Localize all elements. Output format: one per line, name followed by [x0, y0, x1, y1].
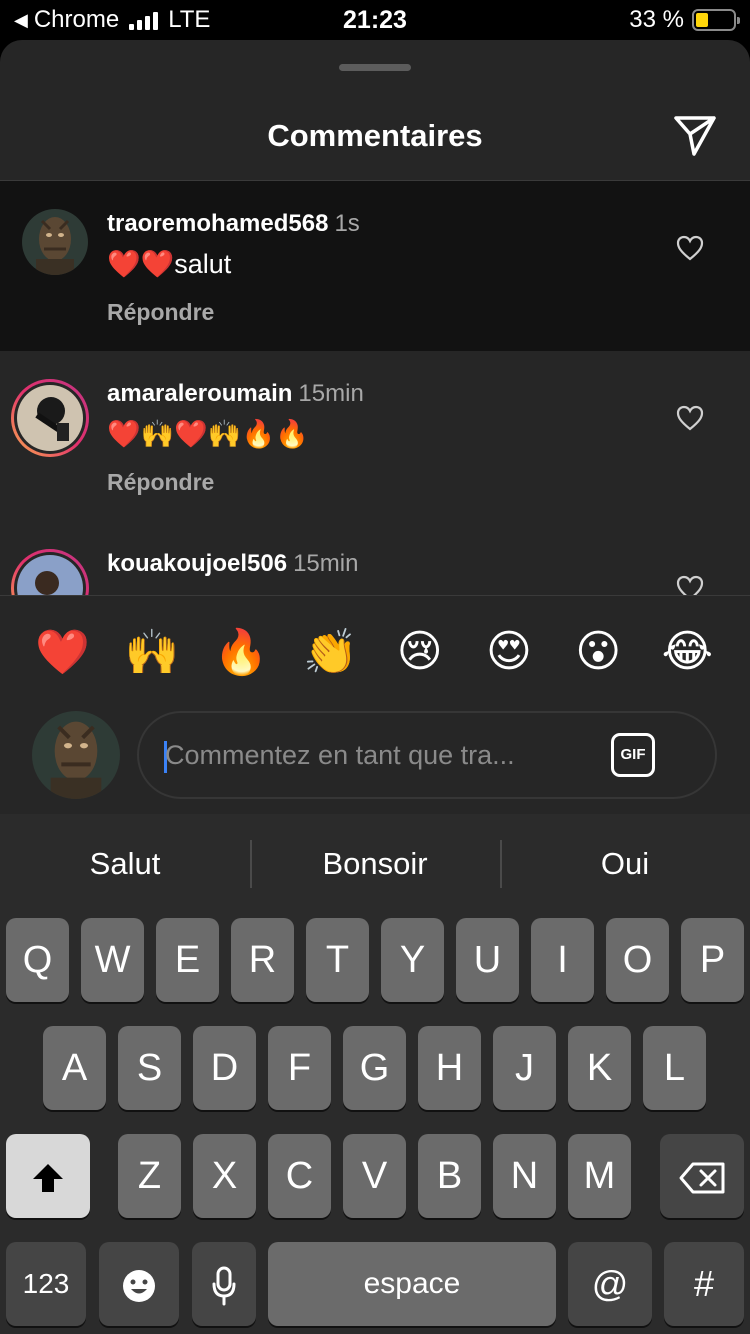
key-c[interactable]: C	[268, 1134, 331, 1218]
comment-username[interactable]: kouakoujoel506	[107, 550, 287, 577]
comment-input[interactable]: Commentez en tant que tra... GIF	[137, 711, 717, 799]
keyboard-suggestions: Salut Bonsoir Oui	[0, 814, 750, 914]
comments-list: traoremohamed568 1s ❤️❤️salut Répondre a…	[0, 181, 750, 595]
key-b[interactable]: B	[418, 1134, 481, 1218]
key-v[interactable]: V	[343, 1134, 406, 1218]
like-heart-icon[interactable]	[676, 405, 704, 431]
shift-icon	[33, 1163, 63, 1192]
emoji-surprised-button[interactable]: 😮	[568, 626, 628, 677]
key-f[interactable]: F	[268, 1026, 331, 1110]
avatar[interactable]	[22, 209, 88, 275]
dictation-key[interactable]	[192, 1242, 256, 1326]
key-l[interactable]: L	[643, 1026, 706, 1110]
comment-time: 15min	[298, 380, 364, 407]
key-i[interactable]: I	[531, 918, 594, 1002]
key-m[interactable]: M	[568, 1134, 631, 1218]
avatar	[17, 385, 83, 451]
microphone-icon	[212, 1266, 236, 1306]
comments-sheet: Commentaires traoremohamed568 1s ❤️❤️sal…	[0, 40, 750, 814]
emoji-keyboard-key[interactable]	[99, 1242, 179, 1326]
emoji-fire-button[interactable]: 🔥	[211, 626, 271, 678]
key-e[interactable]: E	[156, 918, 219, 1002]
key-z[interactable]: Z	[118, 1134, 181, 1218]
emoji-heart-button[interactable]: ❤️	[33, 626, 93, 678]
gif-button[interactable]: GIF	[611, 733, 655, 777]
backspace-icon	[679, 1162, 725, 1194]
avatar	[32, 711, 120, 799]
avatar	[17, 555, 83, 595]
key-d[interactable]: D	[193, 1026, 256, 1110]
comment-input-placeholder: Commentez en tant que tra...	[165, 740, 515, 770]
emoji-heart-eyes-button[interactable]: 😍	[479, 626, 539, 677]
sheet-header: Commentaires	[0, 40, 750, 181]
sheet-title: Commentaires	[267, 118, 483, 153]
status-bar: ◀ Chrome LTE 21:23 33 %	[0, 0, 750, 40]
send-icon[interactable]	[672, 112, 718, 158]
comment-time: 15min	[293, 550, 359, 577]
suggestion-item[interactable]: Bonsoir	[250, 814, 500, 914]
key-s[interactable]: S	[118, 1026, 181, 1110]
comment-input-row: Commentez en tant que tra... GIF	[0, 707, 750, 814]
emoji-face-icon	[123, 1269, 155, 1302]
key-x[interactable]: X	[193, 1134, 256, 1218]
comment-text: ❤️❤️salut	[107, 249, 232, 279]
emoji-laughing-button[interactable]: 😂	[657, 626, 717, 677]
key-a[interactable]: A	[43, 1026, 106, 1110]
hash-key[interactable]: #	[664, 1242, 744, 1326]
key-y[interactable]: Y	[381, 918, 444, 1002]
emoji-crying-button[interactable]: 😢	[390, 626, 450, 677]
comment-item: kouakoujoel506 15min	[0, 521, 750, 595]
emoji-reaction-bar: ❤️ 🙌 🔥 👏 😢 😍 😮 😂	[0, 595, 750, 707]
key-o[interactable]: O	[606, 918, 669, 1002]
backspace-key[interactable]	[660, 1134, 744, 1218]
comment-username[interactable]: traoremohamed568	[107, 210, 328, 237]
key-n[interactable]: N	[493, 1134, 556, 1218]
comment-item: traoremohamed568 1s ❤️❤️salut Répondre	[0, 181, 750, 351]
comment-time: 1s	[334, 210, 360, 237]
at-key[interactable]: @	[568, 1242, 652, 1326]
key-k[interactable]: K	[568, 1026, 631, 1110]
avatar-story-ring[interactable]	[11, 549, 89, 595]
emoji-raised-hands-button[interactable]: 🙌	[122, 626, 182, 678]
key-u[interactable]: U	[456, 918, 519, 1002]
key-w[interactable]: W	[81, 918, 144, 1002]
key-g[interactable]: G	[343, 1026, 406, 1110]
key-p[interactable]: P	[681, 918, 744, 1002]
like-heart-icon[interactable]	[676, 235, 704, 261]
suggestion-item[interactable]: Salut	[0, 814, 250, 914]
suggestion-item[interactable]: Oui	[500, 814, 750, 914]
reply-button[interactable]: Répondre	[107, 299, 660, 326]
avatar-story-ring[interactable]	[11, 379, 89, 457]
like-heart-icon[interactable]	[676, 575, 704, 595]
key-t[interactable]: T	[306, 918, 369, 1002]
shift-key[interactable]	[6, 1134, 90, 1218]
battery-percent: 33 %	[629, 6, 684, 33]
key-j[interactable]: J	[493, 1026, 556, 1110]
key-r[interactable]: R	[231, 918, 294, 1002]
keyboard: Salut Bonsoir Oui Q W E R T Y U I O P A …	[0, 814, 750, 1334]
space-key[interactable]: espace	[268, 1242, 556, 1326]
comment-username[interactable]: amaraleroumain	[107, 380, 292, 407]
emoji-clapping-button[interactable]: 👏	[300, 626, 360, 678]
numbers-key[interactable]: 123	[6, 1242, 86, 1326]
comment-item: amaraleroumain 15min ❤️🙌❤️🙌🔥🔥 Répondre	[0, 351, 750, 521]
comment-text: ❤️🙌❤️🙌🔥🔥	[107, 419, 309, 449]
key-h[interactable]: H	[418, 1026, 481, 1110]
battery-icon	[692, 9, 740, 31]
reply-button[interactable]: Répondre	[107, 469, 660, 496]
key-q[interactable]: Q	[6, 918, 69, 1002]
